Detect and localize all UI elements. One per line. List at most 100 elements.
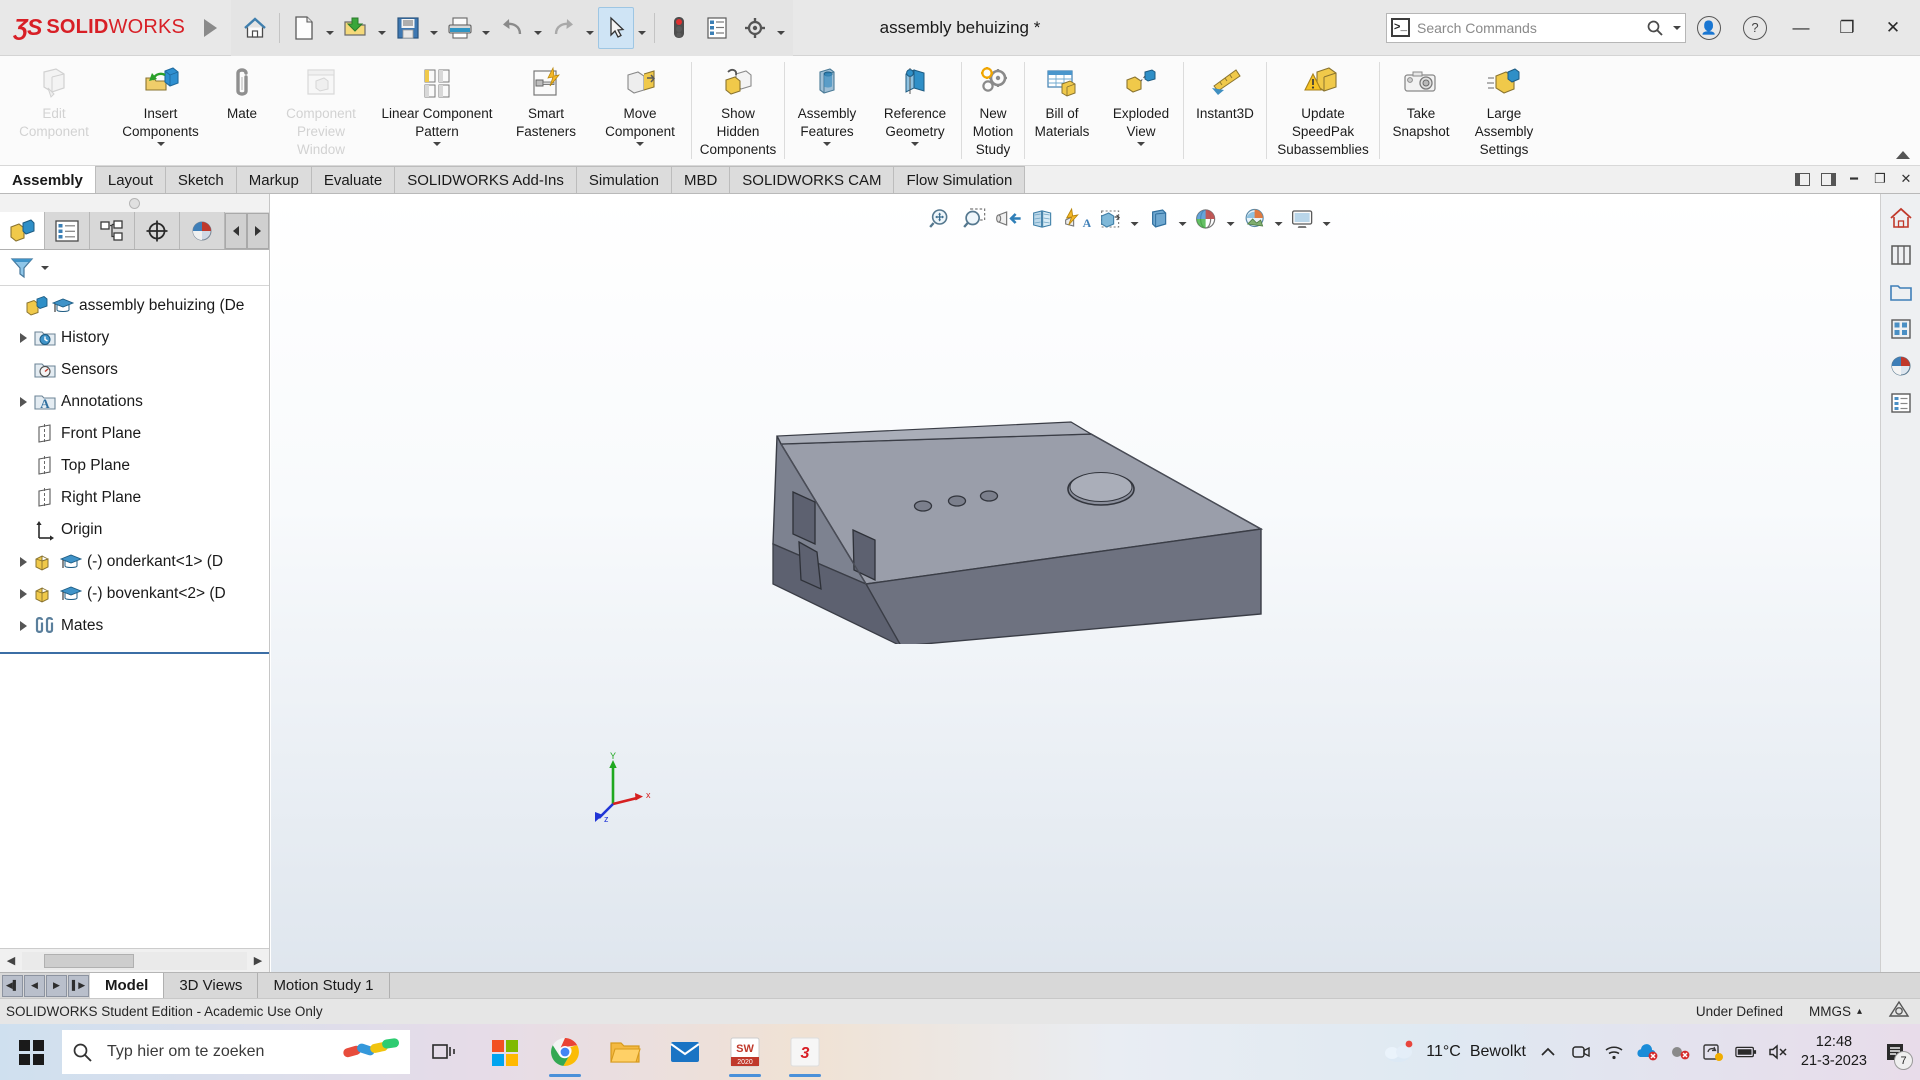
edit-appearance-caret-icon[interactable] bbox=[1224, 203, 1236, 235]
edit-appearance-button[interactable] bbox=[1190, 203, 1222, 235]
ribbon-take-snapshot[interactable]: Take Snapshot bbox=[1380, 56, 1462, 165]
view-home-button[interactable] bbox=[1885, 202, 1917, 234]
tree-item-front-plane[interactable]: Front Plane bbox=[0, 418, 269, 450]
last-tab-button[interactable]: ▌▶ bbox=[68, 975, 89, 997]
tab-layout[interactable]: Layout bbox=[95, 166, 166, 193]
redo-caret-icon[interactable] bbox=[584, 7, 596, 49]
ribbon-mate[interactable]: Mate bbox=[213, 56, 271, 165]
assembly-features-caret-icon[interactable] bbox=[823, 146, 831, 164]
tree-item-sensors[interactable]: Sensors bbox=[0, 354, 269, 386]
tab-solidworks-cam[interactable]: SOLIDWORKS CAM bbox=[729, 166, 894, 193]
tree-item-assembly-root[interactable]: assembly behuizing (De bbox=[0, 290, 269, 322]
feature-manager-tab-next[interactable] bbox=[247, 213, 269, 249]
insert-components-caret-icon[interactable] bbox=[157, 146, 165, 164]
options-button[interactable] bbox=[737, 7, 773, 49]
ribbon-bill-of-materials[interactable]: Bill of Materials bbox=[1025, 56, 1099, 165]
move-component-caret-icon[interactable] bbox=[636, 146, 644, 164]
ribbon-collapse-button[interactable] bbox=[1896, 151, 1910, 159]
wifi-button[interactable] bbox=[1603, 1041, 1625, 1063]
select-button[interactable] bbox=[598, 7, 634, 49]
taskbar-search-input[interactable]: Typ hier om te zoeken bbox=[62, 1030, 410, 1074]
dock-left-button[interactable] bbox=[1790, 167, 1814, 191]
volume-muted-button[interactable] bbox=[1768, 1041, 1790, 1063]
filter-caret-icon[interactable] bbox=[41, 266, 49, 270]
reference-geometry-caret-icon[interactable] bbox=[911, 146, 919, 164]
tree-item-annotations[interactable]: A Annotations bbox=[0, 386, 269, 418]
ribbon-insert-components[interactable]: Insert Components bbox=[108, 56, 213, 165]
tree-item-origin[interactable]: Origin bbox=[0, 514, 269, 546]
zoom-to-fit-button[interactable] bbox=[924, 203, 956, 235]
print-button[interactable] bbox=[442, 7, 478, 49]
ribbon-linear-component-pattern[interactable]: Linear Component Pattern bbox=[371, 56, 503, 165]
view-palette-button[interactable] bbox=[1885, 239, 1917, 271]
panel-splitter[interactable] bbox=[0, 194, 269, 212]
exploded-view-caret-icon[interactable] bbox=[1137, 146, 1145, 164]
print-caret-icon[interactable] bbox=[480, 7, 492, 49]
tree-item-bovenkant[interactable]: (-) bovenkant<2> (D bbox=[0, 578, 269, 610]
maximize-button[interactable]: ❐ bbox=[1824, 0, 1870, 56]
open-document-caret-icon[interactable] bbox=[376, 7, 388, 49]
tree-item-mates[interactable]: Mates bbox=[0, 610, 269, 642]
configuration-manager-tab[interactable] bbox=[90, 212, 135, 249]
notifications-button[interactable]: 7 bbox=[1878, 1032, 1912, 1072]
help-button[interactable]: ? bbox=[1732, 0, 1778, 56]
expand-annotations-icon[interactable] bbox=[14, 397, 32, 407]
ribbon-show-hidden-components[interactable]: Show Hidden Components bbox=[692, 56, 784, 165]
view-settings-caret-icon[interactable] bbox=[1320, 203, 1332, 235]
start-button[interactable] bbox=[0, 1024, 62, 1080]
ribbon-update-speedpak[interactable]: Update SpeedPak Subassemblies bbox=[1267, 56, 1379, 165]
property-manager-tab[interactable] bbox=[45, 212, 90, 249]
search-commands-input[interactable]: >_ Search Commands bbox=[1386, 13, 1686, 43]
select-caret-icon[interactable] bbox=[636, 7, 648, 49]
next-tab-button[interactable]: ▶ bbox=[46, 975, 67, 997]
ribbon-smart-fasteners[interactable]: Smart Fasteners bbox=[503, 56, 589, 165]
zoom-to-area-button[interactable] bbox=[958, 203, 990, 235]
solidworks-app-button[interactable]: 3 bbox=[780, 1026, 830, 1078]
tree-item-history[interactable]: History bbox=[0, 322, 269, 354]
scrollbar-thumb[interactable] bbox=[44, 954, 134, 968]
appearances-folder-button[interactable] bbox=[1885, 276, 1917, 308]
tab-assembly[interactable]: Assembly bbox=[0, 166, 96, 193]
open-document-button[interactable] bbox=[338, 7, 374, 49]
dock-right-button[interactable] bbox=[1816, 167, 1840, 191]
document-minimize-button[interactable]: ━ bbox=[1842, 167, 1866, 191]
view-settings-button[interactable] bbox=[1286, 203, 1318, 235]
status-overlay-icon[interactable] bbox=[1888, 1000, 1910, 1023]
tree-item-onderkant[interactable]: (-) onderkant<1> (D bbox=[0, 546, 269, 578]
tree-item-top-plane[interactable]: Top Plane bbox=[0, 450, 269, 482]
feature-manager-tree-tab[interactable] bbox=[0, 212, 45, 249]
scroll-right-button[interactable]: ▶ bbox=[247, 950, 269, 972]
microsoft-store-button[interactable] bbox=[480, 1026, 530, 1078]
mail-button[interactable] bbox=[660, 1026, 710, 1078]
hide-show-items-button[interactable] bbox=[1142, 203, 1174, 235]
expand-onderkant-icon[interactable] bbox=[14, 557, 32, 567]
file-properties-button[interactable] bbox=[699, 7, 735, 49]
dimxpert-manager-tab[interactable] bbox=[135, 212, 180, 249]
expand-history-icon[interactable] bbox=[14, 333, 32, 343]
tab-simulation[interactable]: Simulation bbox=[576, 166, 672, 193]
tab-flow-simulation[interactable]: Flow Simulation bbox=[893, 166, 1025, 193]
view-orientation-button[interactable]: A bbox=[1060, 203, 1092, 235]
hide-show-items-caret-icon[interactable] bbox=[1176, 203, 1188, 235]
feature-tree-filter[interactable] bbox=[0, 250, 269, 286]
redo-button[interactable] bbox=[546, 7, 582, 49]
ribbon-move-component[interactable]: Move Component bbox=[589, 56, 691, 165]
ribbon-edit-component[interactable]: Edit Component bbox=[0, 56, 108, 165]
first-tab-button[interactable]: ◀▌ bbox=[2, 975, 23, 997]
tree-item-right-plane[interactable]: Right Plane bbox=[0, 482, 269, 514]
weather-widget[interactable]: 11°C Bewolkt bbox=[1383, 1039, 1526, 1065]
bottom-tab-motion-study[interactable]: Motion Study 1 bbox=[258, 973, 389, 998]
undo-button[interactable] bbox=[494, 7, 530, 49]
display-style-caret-icon[interactable] bbox=[1128, 203, 1140, 235]
ribbon-assembly-features[interactable]: Assembly Features bbox=[785, 56, 869, 165]
display-manager-tab[interactable] bbox=[180, 212, 225, 249]
save-button[interactable] bbox=[390, 7, 426, 49]
previous-view-button[interactable] bbox=[992, 203, 1024, 235]
ribbon-reference-geometry[interactable]: Reference Geometry bbox=[869, 56, 961, 165]
linear-component-pattern-caret-icon[interactable] bbox=[433, 146, 441, 164]
solidworks-2020-button[interactable]: SW2020 bbox=[720, 1026, 770, 1078]
undo-caret-icon[interactable] bbox=[532, 7, 544, 49]
ribbon-exploded-view[interactable]: Exploded View bbox=[1099, 56, 1183, 165]
ribbon-instant3d[interactable]: Instant3D bbox=[1184, 56, 1266, 165]
bottom-tab-3d-views[interactable]: 3D Views bbox=[164, 973, 258, 998]
